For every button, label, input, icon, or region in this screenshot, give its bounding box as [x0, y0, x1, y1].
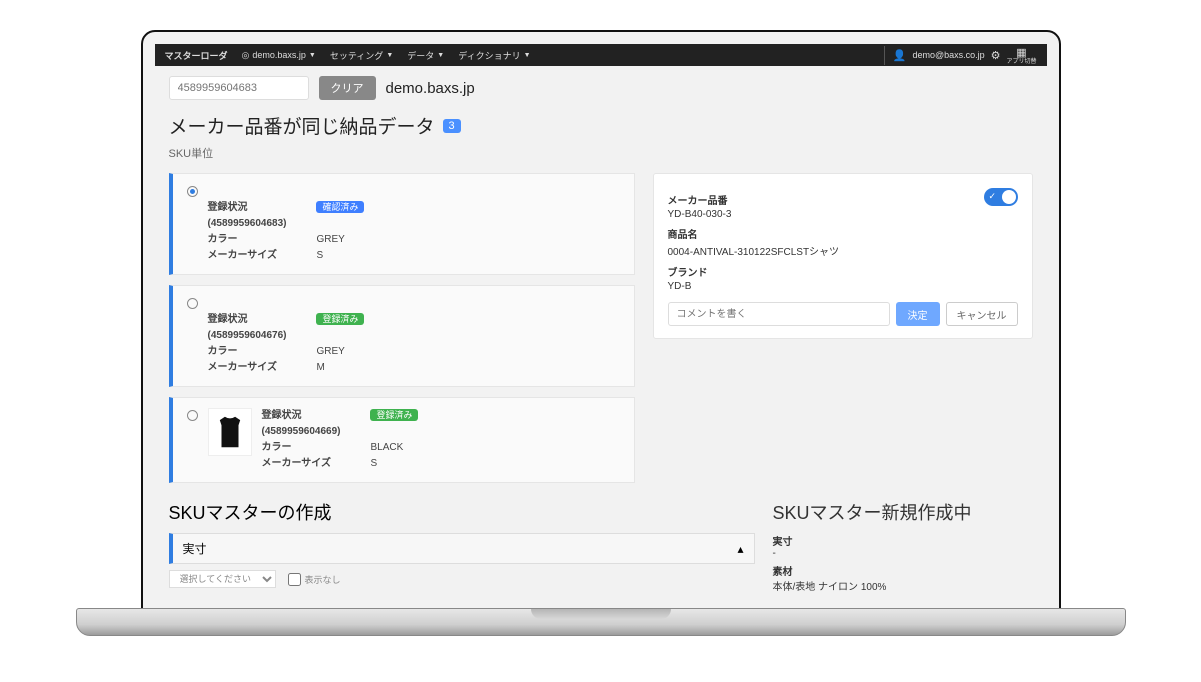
sku-master-creating: SKUマスター新規作成中 実寸 - 素材 本体/表地 ナイロン 100%	[773, 499, 1033, 593]
label-color: カラー	[208, 344, 287, 360]
top-nav: マスターローダ ◎ demo.baxs.jp ▼ セッティング▼ データ▼ ディ…	[155, 44, 1047, 66]
value-color: GREY	[316, 344, 364, 360]
clear-button[interactable]: クリア	[319, 76, 376, 100]
sku-list: 登録状況 (4589959604683) カラー メーカーサイズ 確認済み GR…	[169, 173, 635, 483]
sku-code: (4589959604683)	[208, 216, 287, 232]
submit-button[interactable]: 決定	[896, 302, 940, 326]
enabled-toggle[interactable]: ✓	[984, 188, 1018, 206]
checkbox-input[interactable]	[288, 573, 301, 586]
sku-card[interactable]: 登録状況 (4589959604676) カラー メーカーサイズ 登録済み GR…	[169, 285, 635, 387]
value-brand: YD-B	[668, 281, 1018, 292]
measure-select[interactable]: 選択してください	[169, 570, 276, 588]
value-size: S	[316, 248, 364, 264]
status-badge: 登録済み	[370, 409, 418, 421]
domain-label: demo.baxs.jp	[386, 80, 475, 97]
app-brand: マスターローダ	[165, 49, 228, 62]
sku-radio[interactable]	[187, 410, 198, 421]
menu-settings[interactable]: セッティング▼	[330, 49, 393, 62]
section-title: メーカー品番が同じ納品データ	[169, 112, 435, 139]
value-color: BLACK	[370, 440, 418, 456]
value-size: M	[316, 360, 364, 376]
expander-label: 実寸	[183, 540, 207, 557]
user-area[interactable]: 👤 demo@baxs.co.jp ⚙ ▦ アプリ切替	[884, 46, 1037, 65]
host-label: demo.baxs.jp	[252, 50, 306, 60]
label-measure: 実寸	[773, 533, 1033, 548]
product-thumbnail	[208, 408, 252, 456]
section-header: メーカー品番が同じ納品データ 3 SKU単位	[155, 110, 1047, 167]
create-title: SKUマスターの作成	[169, 499, 755, 525]
user-email: demo@baxs.co.jp	[912, 50, 984, 60]
label-color: カラー	[262, 440, 341, 456]
value-product-name: 0004-ANTIVAL-310122SFCLSTシャツ	[668, 243, 1018, 258]
sku-master-create: SKUマスターの作成 実寸 ▴ 選択してください 表示なし	[169, 499, 755, 593]
measure-expander[interactable]: 実寸 ▴	[169, 533, 755, 564]
checkbox-label: 表示なし	[305, 573, 341, 586]
detail-panel: メーカー品番 ✓ YD-B40-030-3 商品名 0004-ANTIVAL-3…	[653, 173, 1033, 339]
gear-icon[interactable]: ⚙	[991, 49, 1001, 62]
section-subtitle: SKU単位	[169, 145, 1033, 161]
label-brand: ブランド	[668, 264, 1018, 279]
user-icon: 👤	[893, 49, 907, 62]
menu-dictionary[interactable]: ディクショナリ▼	[458, 49, 530, 62]
chevron-down-icon: ▼	[437, 52, 444, 59]
count-badge: 3	[443, 119, 461, 133]
label-color: カラー	[208, 232, 287, 248]
label-maker-no: メーカー品番	[668, 192, 728, 207]
label-status: 登録状況	[208, 200, 287, 216]
laptop-base	[76, 608, 1126, 636]
label-product-name: 商品名	[668, 226, 1018, 241]
sku-radio[interactable]	[187, 298, 198, 309]
chevron-up-icon: ▴	[737, 542, 743, 556]
search-row: クリア demo.baxs.jp	[155, 66, 1047, 110]
sku-code: (4589959604676)	[208, 328, 287, 344]
app-switcher[interactable]: ▦ アプリ切替	[1006, 46, 1036, 65]
label-size: メーカーサイズ	[208, 360, 287, 376]
sku-card[interactable]: 登録状況 (4589959604669) カラー メーカーサイズ 登録済み BL…	[169, 397, 635, 483]
cancel-button[interactable]: キャンセル	[946, 302, 1018, 326]
label-material: 素材	[773, 563, 1033, 578]
value-measure: -	[773, 548, 1033, 559]
sku-radio[interactable]	[187, 186, 198, 197]
barcode-input[interactable]	[169, 76, 309, 100]
label-status: 登録状況	[262, 408, 341, 424]
hide-checkbox[interactable]: 表示なし	[288, 570, 341, 588]
value-material: 本体/表地 ナイロン 100%	[773, 578, 1033, 593]
chevron-down-icon: ▼	[309, 52, 316, 59]
sku-card[interactable]: 登録状況 (4589959604683) カラー メーカーサイズ 確認済み GR…	[169, 173, 635, 275]
creating-title: SKUマスター新規作成中	[773, 499, 1033, 525]
status-badge: 確認済み	[316, 201, 364, 213]
chevron-down-icon: ▼	[386, 52, 393, 59]
value-color: GREY	[316, 232, 364, 248]
sku-code: (4589959604669)	[262, 424, 341, 440]
grid-icon: ▦	[1016, 46, 1026, 59]
menu-data[interactable]: データ▼	[407, 49, 444, 62]
label-status: 登録状況	[208, 312, 287, 328]
chevron-down-icon: ▼	[524, 52, 531, 59]
value-size: S	[370, 456, 418, 472]
label-size: メーカーサイズ	[262, 456, 341, 472]
status-badge: 登録済み	[316, 313, 364, 325]
host-menu[interactable]: ◎ demo.baxs.jp ▼	[242, 50, 316, 61]
at-icon: ◎	[242, 50, 250, 61]
comment-input[interactable]	[668, 302, 890, 326]
label-size: メーカーサイズ	[208, 248, 287, 264]
value-maker-no: YD-B40-030-3	[668, 209, 1018, 220]
check-icon: ✓	[989, 191, 997, 202]
